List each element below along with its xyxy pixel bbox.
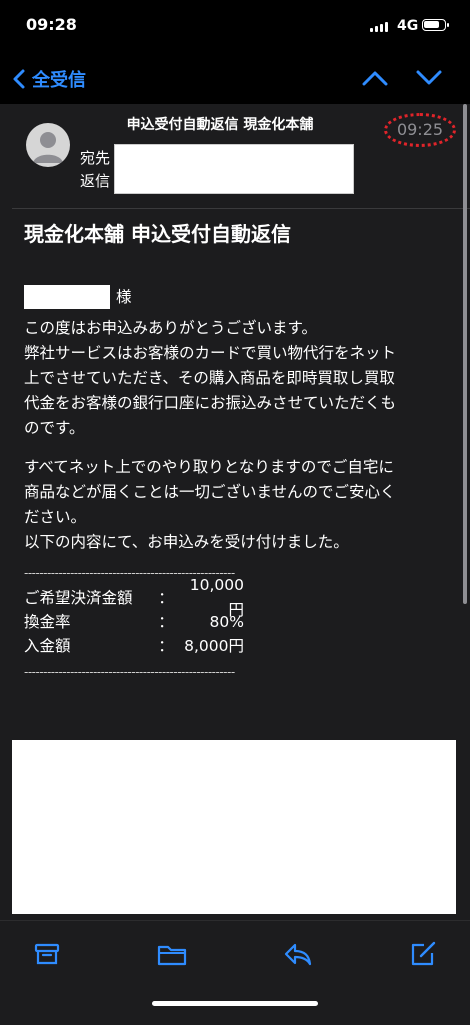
- text-line: 代金をお客様の銀行口座にお振込みさせていただくも: [24, 394, 397, 412]
- nav-bar: 全受信: [0, 56, 470, 102]
- network-label: 4G: [397, 18, 419, 34]
- reply-icon: [284, 943, 312, 966]
- previous-message-button[interactable]: [360, 66, 390, 94]
- detail-key: 換金率: [24, 612, 71, 631]
- detail-colon: ：: [158, 588, 174, 607]
- redacted-recipient: [114, 144, 354, 194]
- compose-icon: [411, 941, 436, 966]
- status-time: 09:28: [26, 15, 77, 34]
- chevron-left-icon: [13, 69, 25, 89]
- battery-icon: [422, 19, 449, 31]
- back-label: 全受信: [32, 70, 86, 91]
- detail-colon: ：: [158, 636, 174, 655]
- archive-button[interactable]: [32, 939, 62, 973]
- mail-view: 申込受付自動返信 現金化本舗 宛先 返信 09:25 現金化本舗 申込受付自動返…: [0, 104, 470, 920]
- mail-subject: 現金化本舗 申込受付自動返信: [24, 222, 291, 246]
- mail-body: 様 この度はお申込みありがとうございます。 弊社サービスはお客様のカードで買い物…: [24, 284, 454, 685]
- redacted-name: [24, 285, 110, 309]
- addressee-line: 様: [24, 284, 454, 310]
- text-line: 以下の内容にて、お申込みを受け付けました。: [24, 533, 349, 551]
- detail-row: 換金率 ： 80%: [24, 610, 454, 634]
- archive-icon: [34, 943, 60, 965]
- honorific: 様: [116, 287, 132, 306]
- to-label: 宛先: [80, 149, 111, 167]
- chevron-down-icon: [416, 70, 442, 85]
- detail-key: 入金額: [24, 636, 71, 655]
- home-indicator[interactable]: [152, 1001, 318, 1006]
- folder-icon: [157, 945, 187, 966]
- text-line: 弊社サービスはお客様のカードで買い物代行をネット: [24, 344, 397, 362]
- received-time: 09:25: [384, 113, 456, 147]
- back-button[interactable]: 全受信: [12, 66, 86, 92]
- separator-line: ----------------------------------------…: [24, 665, 235, 679]
- text-line: すべてネット上でのやり取りとなりますのでご自宅に: [24, 458, 394, 476]
- paragraph-intro: この度はお申込みありがとうございます。 弊社サービスはお客様のカードで買い物代行…: [24, 316, 454, 441]
- reply-button[interactable]: [282, 939, 314, 973]
- header-divider: [12, 208, 470, 209]
- move-to-folder-button[interactable]: [156, 939, 188, 973]
- signal-icon: [370, 22, 388, 32]
- text-line: 商品などが届くことは一切ございませんのでご安心く: [24, 483, 396, 501]
- compose-button[interactable]: [408, 939, 438, 973]
- detail-row: 入金額 ： 8,000円: [24, 634, 454, 658]
- detail-value: 80%: [209, 612, 244, 631]
- detail-row: ご希望決済金額 ： 10,000円: [24, 576, 454, 619]
- reply-to-label: 返信: [80, 172, 111, 190]
- paragraph-notice: すべてネット上でのやり取りとなりますのでご自宅に 商品などが届くことは一切ござい…: [24, 455, 454, 555]
- status-bar: 09:28 4G: [0, 0, 470, 50]
- detail-colon: ：: [158, 612, 174, 631]
- next-message-button[interactable]: [414, 66, 444, 94]
- bottom-toolbar: [0, 920, 470, 1025]
- chevron-up-icon: [362, 71, 388, 86]
- sender-name[interactable]: 申込受付自動返信 現金化本舗: [0, 114, 440, 134]
- redacted-content: [10, 738, 458, 916]
- text-line: この度はお申込みありがとうございます。: [24, 319, 317, 337]
- text-line: のです。: [24, 419, 85, 437]
- detail-value: 8,000円: [184, 636, 244, 655]
- text-line: 上でさせていただき、その購入商品を即時買取し買取: [24, 369, 395, 387]
- text-line: ださい。: [24, 508, 87, 526]
- detail-key: ご希望決済金額: [24, 588, 133, 607]
- scrollbar[interactable]: [463, 104, 467, 604]
